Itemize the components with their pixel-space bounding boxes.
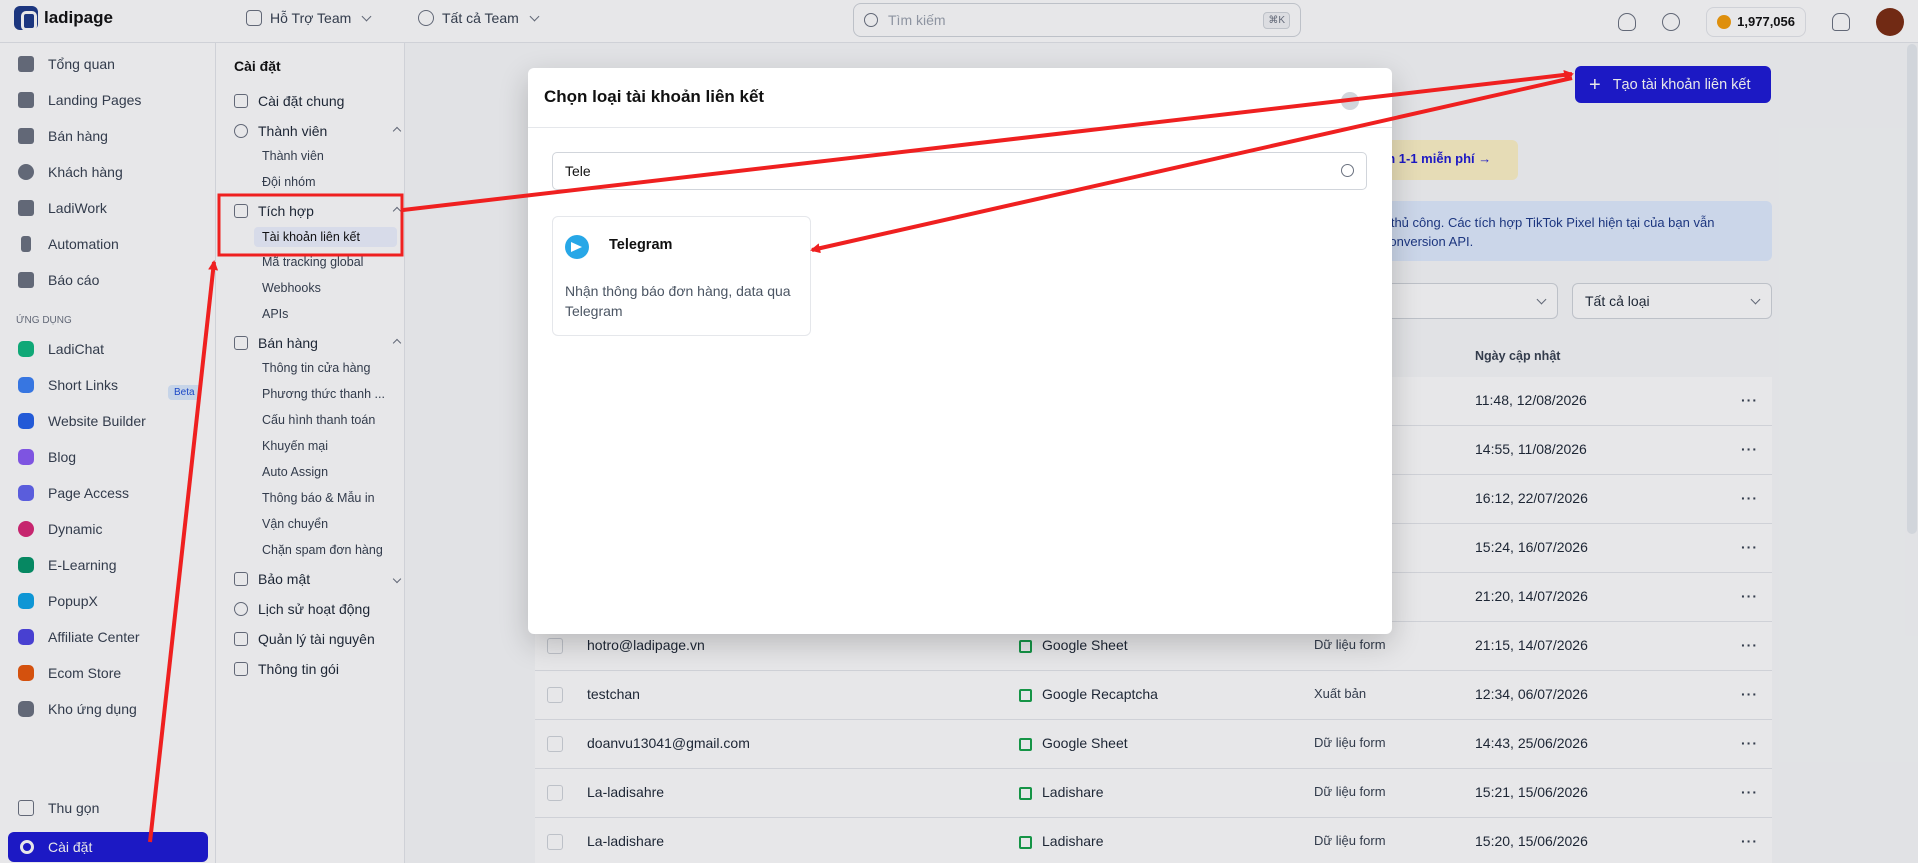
annotation-layer — [148, 69, 1574, 843]
annotation-arrow — [148, 260, 219, 843]
highlight-box — [217, 193, 404, 257]
annotation-arrow — [402, 69, 1574, 212]
annotation-arrow — [810, 76, 1573, 254]
